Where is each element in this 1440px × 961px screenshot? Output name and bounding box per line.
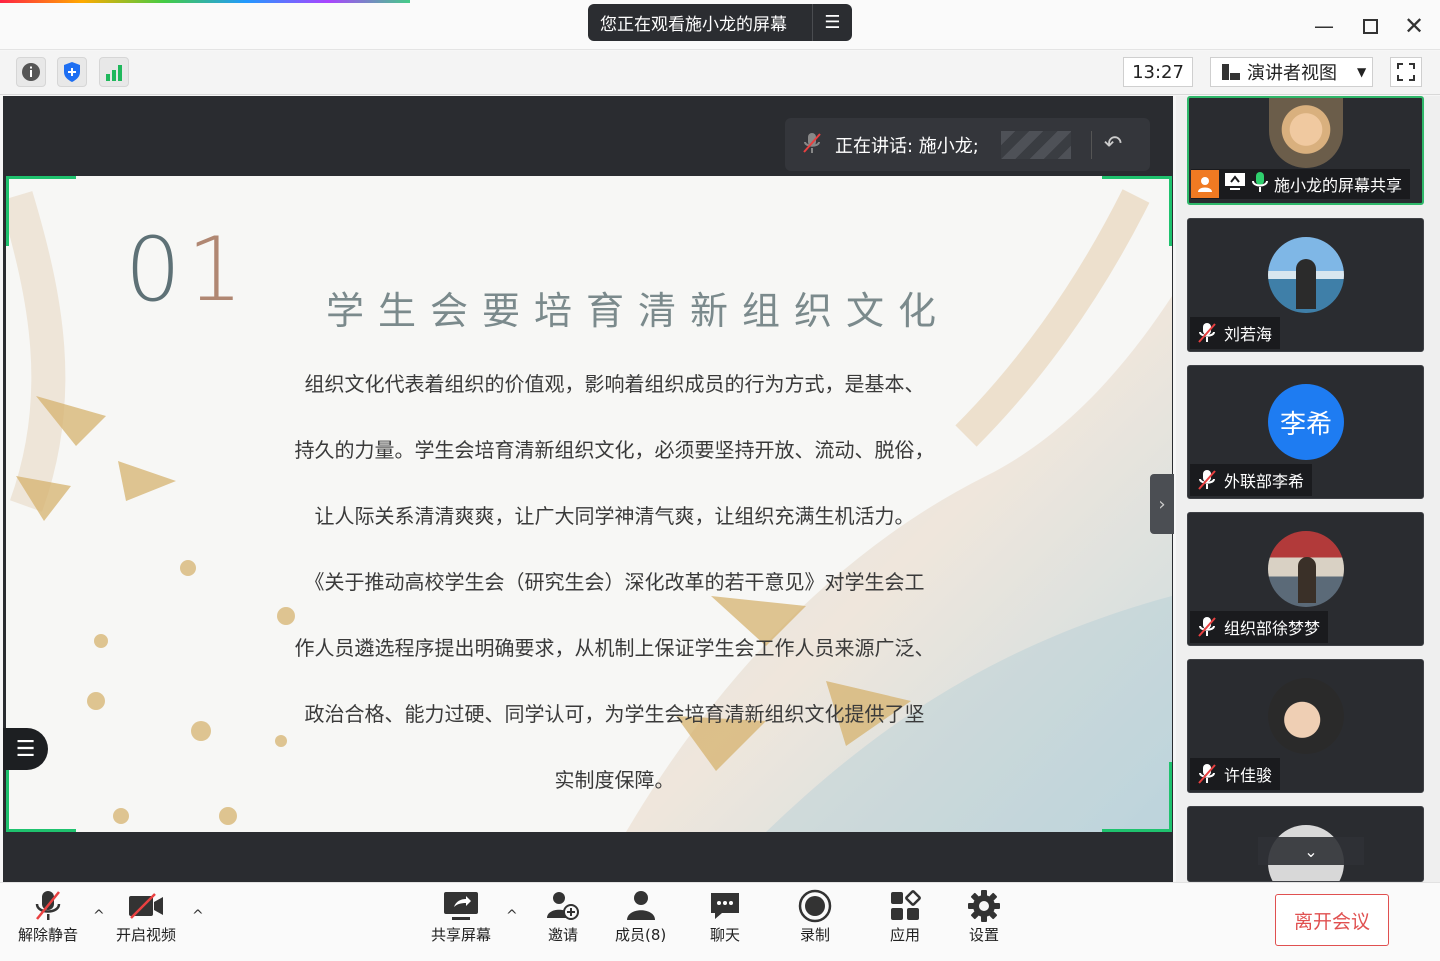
apps-button[interactable]: 应用 xyxy=(885,888,925,945)
undo-arrow-icon[interactable]: ↶ xyxy=(1104,132,1122,157)
view-mode-label: 演讲者视图 xyxy=(1247,63,1337,84)
participant-name: 许佳骏 xyxy=(1224,766,1273,785)
slide-corner-bottom-right xyxy=(1102,762,1172,832)
members-button[interactable]: 成员(8) xyxy=(615,888,666,945)
participant-tile[interactable]: 李希 外联部李希 xyxy=(1187,365,1424,499)
record-button[interactable]: 录制 xyxy=(795,888,835,945)
video-off-icon xyxy=(126,888,166,924)
slide-corner-top-left xyxy=(6,176,76,246)
muted-mic-icon xyxy=(1196,763,1218,785)
info-icon[interactable] xyxy=(16,57,46,87)
participant-tile-partial[interactable]: ⌄ xyxy=(1187,806,1424,882)
apps-grid-icon xyxy=(885,888,925,924)
paragraph-line: 让人际关系清清爽爽，让广大同学神清气爽，让组织充满生机活力。 xyxy=(314,504,915,528)
participant-tile[interactable]: 刘若海 xyxy=(1187,218,1424,352)
panel-collapse-toggle[interactable]: › xyxy=(1150,474,1174,534)
close-button[interactable]: ✕ xyxy=(1400,12,1428,40)
view-mode-dropdown[interactable]: 演讲者视图 ▼ xyxy=(1210,57,1373,87)
chat-button[interactable]: 聊天 xyxy=(705,888,745,945)
share-options-caret[interactable]: ^ xyxy=(506,908,518,924)
slide-corner-bottom-left xyxy=(6,762,76,832)
unmute-button[interactable]: 解除静音 xyxy=(18,888,78,945)
meeting-timer: 13:27 xyxy=(1123,57,1193,87)
minimize-button[interactable]: — xyxy=(1310,12,1338,40)
members-icon xyxy=(621,888,661,924)
security-shield-icon[interactable] xyxy=(57,57,87,87)
avatar xyxy=(1268,531,1344,607)
settings-button[interactable]: 设置 xyxy=(964,888,1004,945)
list-menu-icon[interactable]: ☰ xyxy=(3,728,48,770)
muted-mic-icon xyxy=(1196,616,1218,638)
avatar xyxy=(1268,237,1344,313)
audio-wave-icon xyxy=(1000,130,1071,159)
participant-name: 组织部徐梦梦 xyxy=(1224,619,1321,638)
slide-title: 学生会要培育清新组织文化 xyxy=(326,289,951,333)
muted-mic-icon xyxy=(28,888,68,924)
video-options-caret[interactable]: ^ xyxy=(192,908,204,924)
slide-number: 01 xyxy=(125,218,249,321)
participant-tile[interactable]: 许佳骏 xyxy=(1187,659,1424,793)
invite-button[interactable]: 邀请 xyxy=(543,888,583,945)
title-menu-icon[interactable]: ☰ xyxy=(812,4,852,41)
chevron-down-icon: ▼ xyxy=(1357,65,1367,79)
muted-mic-icon xyxy=(801,131,823,159)
maximize-button[interactable] xyxy=(1356,12,1384,40)
host-icon xyxy=(1191,170,1219,198)
participant-name: 外联部李希 xyxy=(1224,472,1305,491)
avatar xyxy=(1268,678,1344,754)
audio-options-caret[interactable]: ^ xyxy=(93,908,105,924)
mic-active-icon xyxy=(1251,171,1269,197)
top-color-strip xyxy=(0,0,410,3)
fullscreen-icon[interactable] xyxy=(1390,57,1422,87)
start-video-button[interactable]: 开启视频 xyxy=(116,888,176,945)
participant-name: 刘若海 xyxy=(1224,325,1273,344)
gear-icon xyxy=(964,888,1004,924)
paragraph-line: 持久的力量。学生会培育清新组织文化，必须要坚持开放、流动、脱俗， xyxy=(294,438,935,462)
paragraph-line: 实制度保障。 xyxy=(554,768,675,792)
share-screen-button[interactable]: 共享屏幕 xyxy=(431,888,491,945)
add-user-icon xyxy=(543,888,583,924)
chat-icon xyxy=(705,888,745,924)
slide-paragraph: 组织文化代表着组织的价值观，影响着组织成员的行为方式，是基本、 持久的力量。学生… xyxy=(262,360,967,822)
signal-strength-icon[interactable] xyxy=(99,57,129,87)
paragraph-line: 作人员遴选程序提出明确要求，从机制上保证学生会工作人员来源广泛、 xyxy=(294,636,935,660)
paragraph-line: 《关于推动高校学生会（研究生会）深化改革的若干意见》对学生会工 xyxy=(304,570,925,594)
muted-mic-icon xyxy=(1196,322,1218,344)
speaker-indicator: 正在讲话: 施小龙; ↶ xyxy=(785,118,1150,171)
speaker-view-icon xyxy=(1222,64,1240,80)
muted-mic-icon xyxy=(1196,469,1218,491)
slide-corner-top-right xyxy=(1102,176,1172,246)
window-title: 您正在观看施小龙的屏幕 xyxy=(600,15,787,35)
participant-tile-active[interactable]: 施小龙的屏幕共享 xyxy=(1187,96,1424,205)
participant-name: 施小龙的屏幕共享 xyxy=(1274,176,1403,195)
screen-share-icon xyxy=(1224,172,1246,196)
paragraph-line: 组织文化代表着组织的价值观，影响着组织成员的行为方式，是基本、 xyxy=(304,372,925,396)
screen-share-title-pill[interactable]: 您正在观看施小龙的屏幕 ☰ xyxy=(588,4,852,41)
leave-meeting-button[interactable]: 离开会议 xyxy=(1275,894,1389,946)
share-screen-icon xyxy=(441,888,481,924)
avatar xyxy=(1269,98,1343,168)
participant-tile[interactable]: 组织部徐梦梦 xyxy=(1187,512,1424,646)
paragraph-line: 政治合格、能力过硬、同学认可，为学生会培育清新组织文化提供了坚 xyxy=(304,702,925,726)
scroll-down-chevron-icon[interactable]: ⌄ xyxy=(1258,837,1364,865)
avatar: 李希 xyxy=(1268,384,1344,460)
speaker-label: 正在讲话: 施小龙; xyxy=(835,135,979,157)
record-icon xyxy=(795,888,835,924)
